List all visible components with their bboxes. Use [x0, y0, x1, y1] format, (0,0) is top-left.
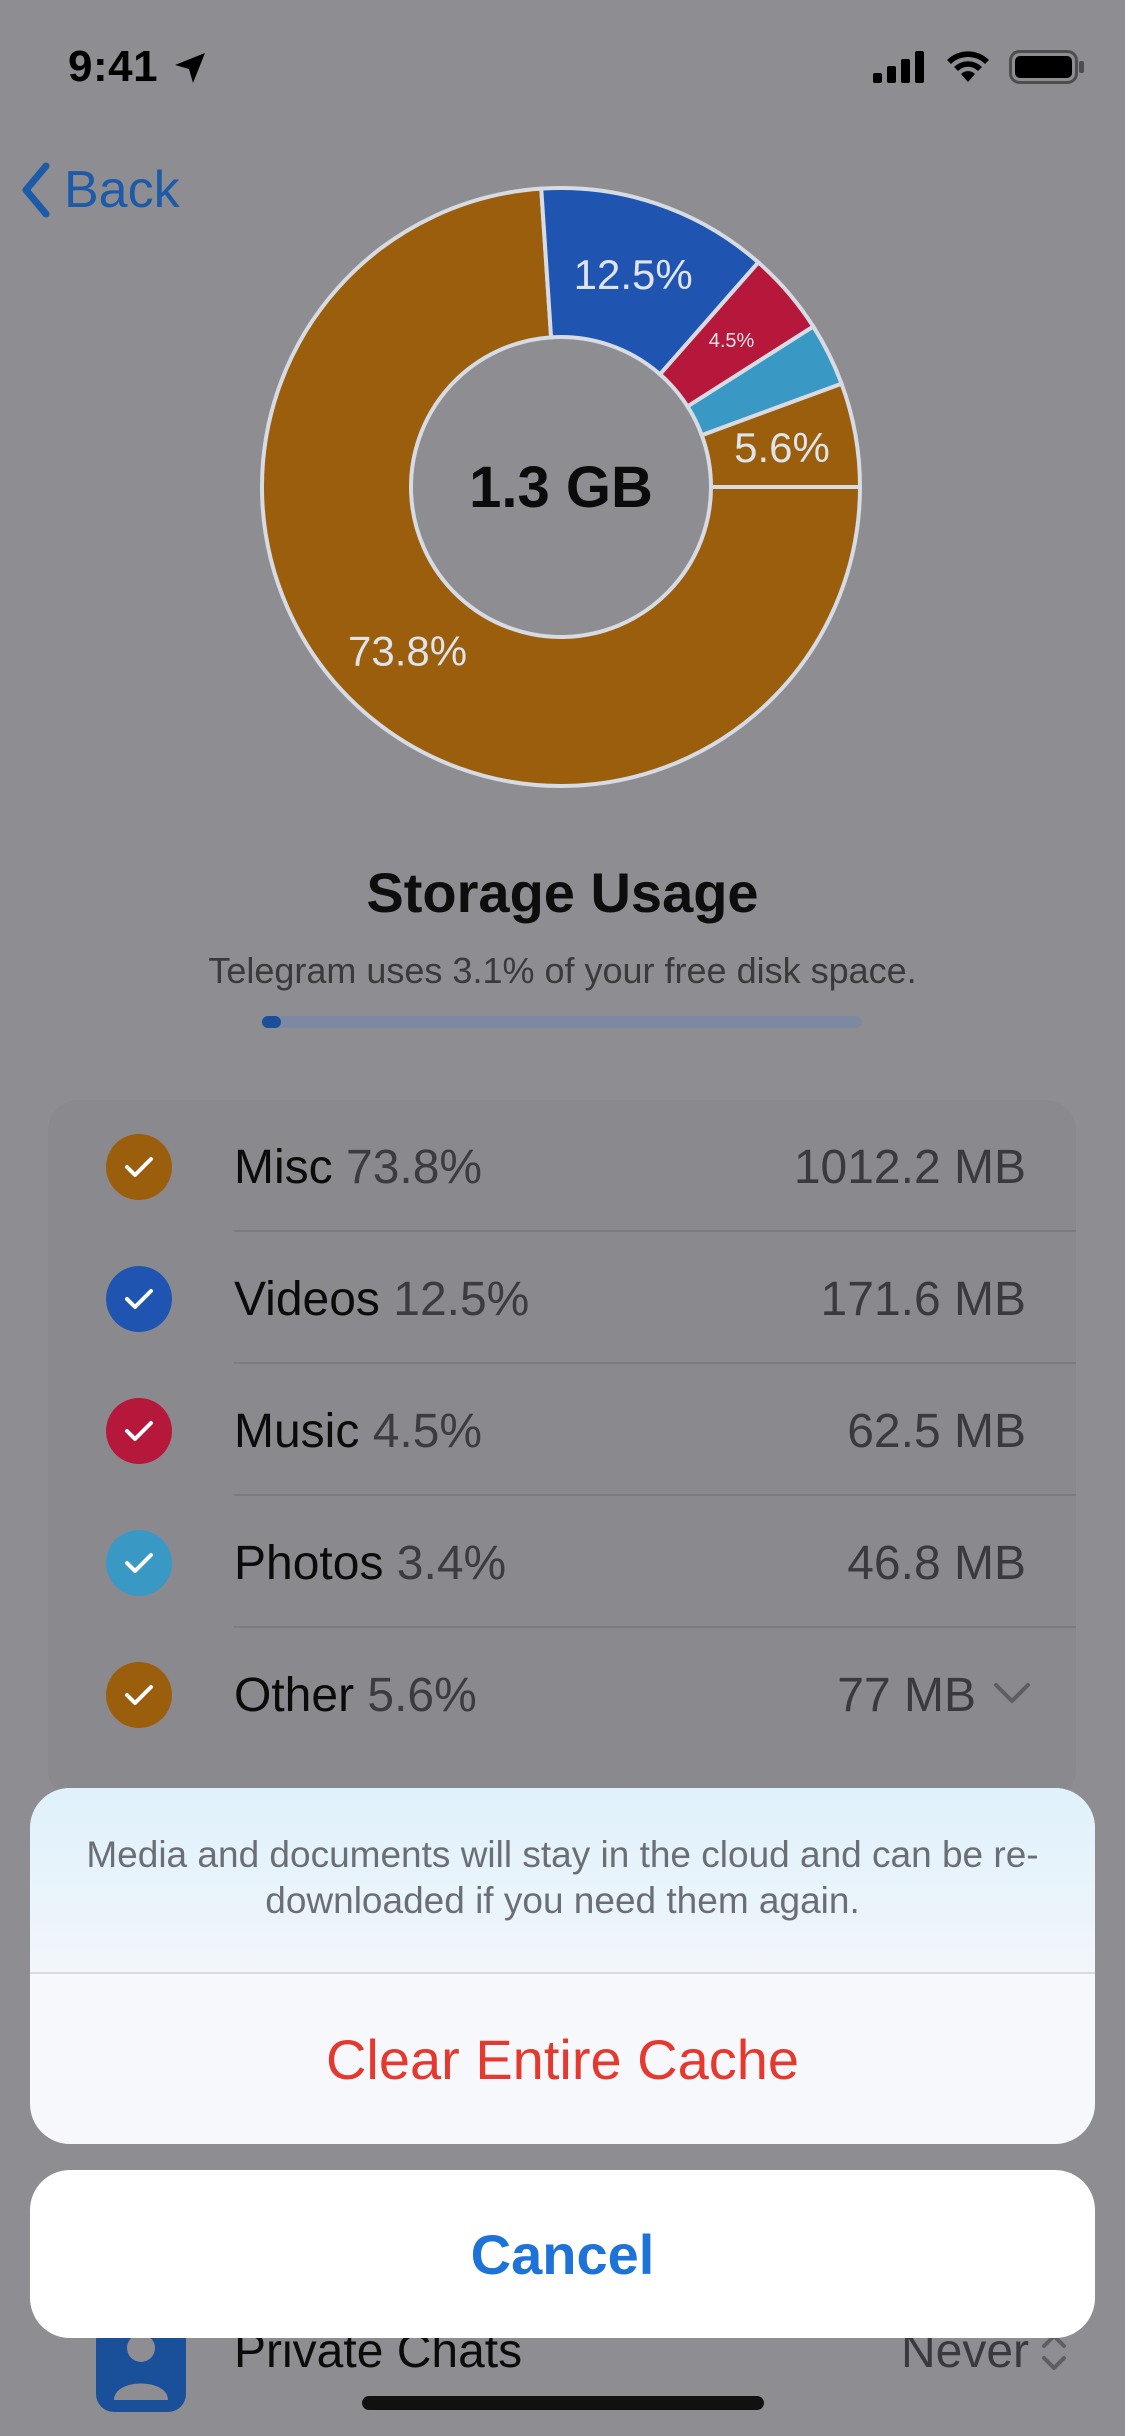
checkmark-icon[interactable] [106, 1266, 172, 1332]
category-percent: 5.6% [367, 1669, 477, 1722]
category-name: Videos [234, 1273, 380, 1326]
usage-bar-track [262, 1016, 862, 1028]
action-sheet: Media and documents will stay in the clo… [30, 1788, 1095, 2144]
chevron-left-icon [22, 162, 50, 218]
category-size: 1012.2 MB [793, 1141, 1026, 1194]
slice-label-music: 4.5% [709, 330, 755, 352]
category-name: Photos [234, 1537, 384, 1590]
category-size: 46.8 MB [847, 1537, 1026, 1590]
category-row-music[interactable]: Music 4.5% 62.5 MB [48, 1364, 1076, 1496]
category-list: Misc 73.8% 1012.2 MB Videos 12.5% 171.6 … [48, 1100, 1076, 1800]
location-arrow-icon [172, 50, 208, 91]
category-percent: 3.4% [396, 1537, 507, 1590]
category-name: Misc [234, 1141, 333, 1194]
status-time: 9:41 [68, 42, 159, 91]
page-title: Storage Usage [366, 861, 759, 924]
battery-icon [1009, 50, 1084, 84]
back-label: Back [64, 161, 180, 219]
category-name: Other [234, 1669, 355, 1722]
category-percent: 4.5% [372, 1405, 483, 1458]
category-percent: 12.5% [393, 1273, 530, 1326]
cellular-signal-icon [873, 51, 924, 83]
category-row-other[interactable]: Other 5.6% 77 MB [48, 1628, 1076, 1760]
checkmark-icon[interactable] [106, 1398, 172, 1464]
storage-subtitle: Telegram uses 3.1% of your free disk spa… [208, 950, 917, 991]
wifi-icon [947, 51, 989, 82]
category-size: 171.6 MB [820, 1273, 1026, 1326]
category-name: Music [234, 1405, 360, 1458]
checkmark-icon[interactable] [106, 1530, 172, 1596]
clear-entire-cache-button[interactable]: Clear Entire Cache [30, 1974, 1095, 2144]
slice-label-videos: 12.5% [574, 251, 693, 298]
back-button[interactable]: Back [20, 160, 180, 220]
home-indicator [362, 2396, 764, 2410]
category-percent: 73.8% [346, 1141, 483, 1194]
category-row-misc[interactable]: Misc 73.8% 1012.2 MB [48, 1100, 1076, 1232]
usage-bar-fill [262, 1016, 281, 1028]
checkmark-icon[interactable] [106, 1662, 172, 1728]
checkmark-icon[interactable] [106, 1134, 172, 1200]
category-size: 77 MB [837, 1669, 976, 1722]
slice-label-misc: 73.8% [348, 627, 467, 674]
status-icons [873, 50, 1085, 84]
chevron-down-icon[interactable] [992, 1680, 1032, 1711]
category-size: 62.5 MB [847, 1405, 1026, 1458]
category-row-photos[interactable]: Photos 3.4% 46.8 MB [48, 1496, 1076, 1628]
category-row-videos[interactable]: Videos 12.5% 171.6 MB [48, 1232, 1076, 1364]
action-sheet-message: Media and documents will stay in the clo… [86, 1834, 1039, 1921]
slice-label-other: 5.6% [734, 424, 830, 471]
cancel-button[interactable]: Cancel [30, 2170, 1095, 2338]
storage-donut-chart: 73.8% 12.5% 4.5% 5.6% [260, 186, 862, 788]
